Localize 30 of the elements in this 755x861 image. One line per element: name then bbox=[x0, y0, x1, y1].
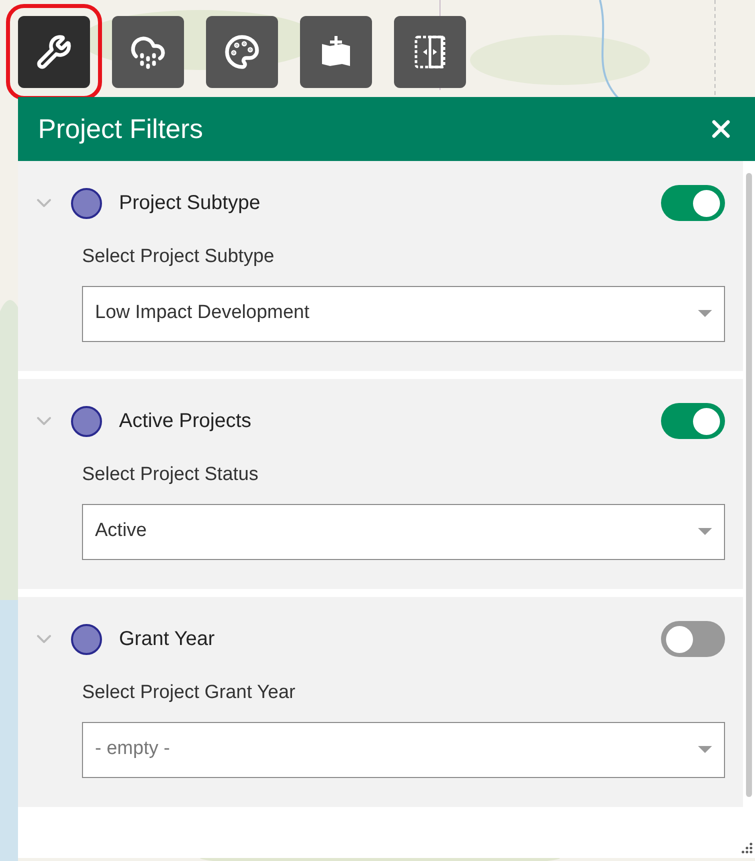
dropdown-caret-icon bbox=[698, 310, 712, 318]
filter-title: Active Projects bbox=[119, 409, 252, 434]
filter-title: Grant Year bbox=[119, 627, 215, 652]
palette-icon bbox=[224, 34, 260, 70]
scrollbar[interactable] bbox=[746, 173, 752, 797]
panel-title: Project Filters bbox=[38, 112, 204, 146]
toggle-switch[interactable] bbox=[661, 403, 725, 439]
field-label: Select Project Subtype bbox=[82, 245, 276, 269]
toolbar-button[interactable] bbox=[300, 16, 372, 88]
toolbar-button[interactable] bbox=[394, 16, 466, 88]
dropdown-caret-icon bbox=[698, 746, 712, 754]
select-field[interactable]: Low Impact Development bbox=[82, 286, 725, 342]
toggle-switch[interactable] bbox=[661, 621, 725, 657]
toolbar-button[interactable] bbox=[112, 16, 184, 88]
toggle-knob bbox=[666, 626, 693, 652]
dropdown-caret-icon bbox=[698, 528, 712, 536]
filter-title: Project Subtype bbox=[119, 191, 260, 216]
wrench-icon bbox=[36, 34, 72, 70]
field-label: Select Project Status bbox=[82, 463, 260, 487]
resize-grip-icon[interactable] bbox=[741, 842, 753, 854]
split-view-icon bbox=[412, 34, 448, 70]
toggle-knob bbox=[693, 190, 720, 216]
select-field[interactable]: Active bbox=[82, 504, 725, 560]
toolbar-button[interactable] bbox=[18, 16, 90, 88]
field-label: Select Project Grant Year bbox=[82, 681, 296, 705]
toggle-switch[interactable] bbox=[661, 185, 725, 221]
rain-cloud-icon bbox=[130, 34, 166, 70]
select-field[interactable]: - empty - bbox=[82, 722, 725, 778]
toolbar-button[interactable] bbox=[206, 16, 278, 88]
toggle-knob bbox=[693, 408, 720, 434]
